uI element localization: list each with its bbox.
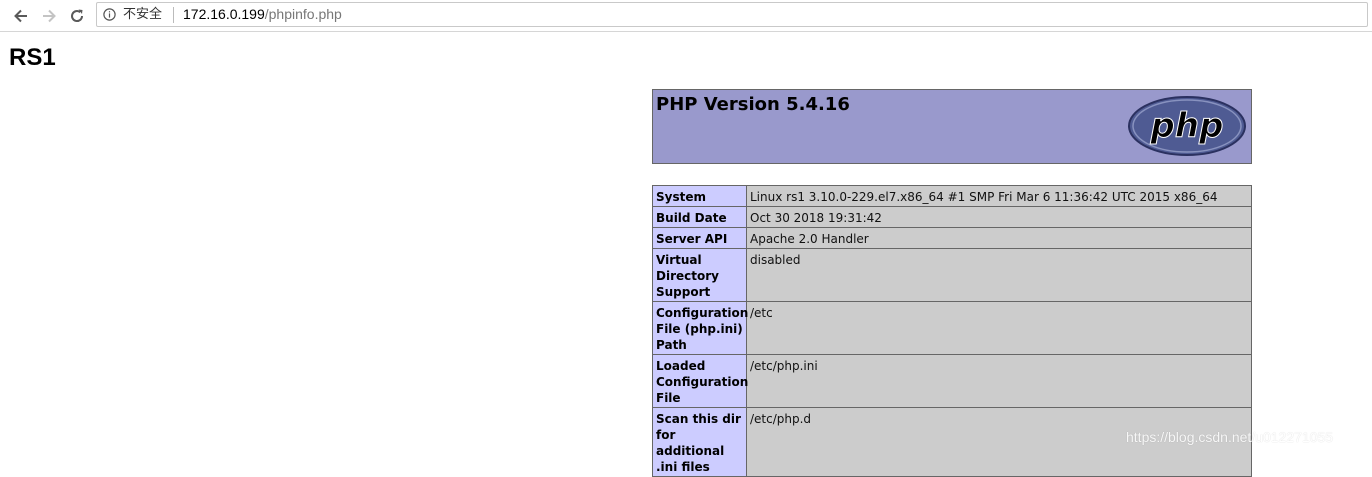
back-arrow-icon [14,9,27,23]
back-button[interactable] [9,4,33,28]
forward-button[interactable] [37,4,61,28]
url-host: 172.16.0.199 [183,6,265,22]
info-key: Loaded Configuration File [652,354,748,408]
info-key: Virtual Directory Support [652,248,747,302]
forward-arrow-icon [43,9,56,23]
php-version-header: PHP Version 5.4.16 php [652,89,1252,164]
php-version-title: PHP Version 5.4.16 [656,94,850,115]
reload-button[interactable] [65,4,89,28]
info-key: Configuration File (php.ini) Path [652,301,748,355]
table-row: Configuration File (php.ini) Path/etc [652,301,1252,355]
info-value: /etc/php.ini [746,354,1252,408]
php-logo-icon: php [1128,96,1246,156]
info-key: Server API [652,227,747,249]
url-path: /phpinfo.php [264,6,342,22]
watermark-text: https://blog.csdn.net/u012271055 [1126,429,1334,445]
table-row: Server API Apache 2.0 Handler [652,227,1252,249]
info-value: disabled [746,248,1252,302]
table-row: Virtual Directory Support disabled [652,248,1252,302]
table-row: Loaded Configuration File/etc/php.ini [652,354,1252,408]
reload-icon [71,9,84,22]
browser-toolbar: 不安全 172.16.0.199/phpinfo.php [0,0,1372,32]
info-key: Build Date [652,206,747,228]
address-bar[interactable]: 不安全 172.16.0.199/phpinfo.php [96,2,1368,27]
url-text[interactable]: 172.16.0.199/phpinfo.php [183,6,342,23]
php-logo-text: php [1150,106,1224,146]
table-row: Build Date Oct 30 2018 19:31:42 [652,206,1252,228]
info-icon[interactable] [103,8,116,21]
info-key: System [652,185,747,207]
security-status-label[interactable]: 不安全 [123,7,162,23]
info-key: Scan this dir for additional .ini files [652,407,747,477]
table-row: System Linux rs1 3.10.0-229.el7.x86_64 #1… [652,185,1252,207]
page-heading: RS1 [9,44,56,71]
info-value: Linux rs1 3.10.0-229.el7.x86_64 #1 SMP F… [746,185,1252,207]
address-divider [173,7,174,23]
info-value: Oct 30 2018 19:31:42 [746,206,1252,228]
info-value: /etc [746,301,1252,355]
info-value: Apache 2.0 Handler [746,227,1252,249]
